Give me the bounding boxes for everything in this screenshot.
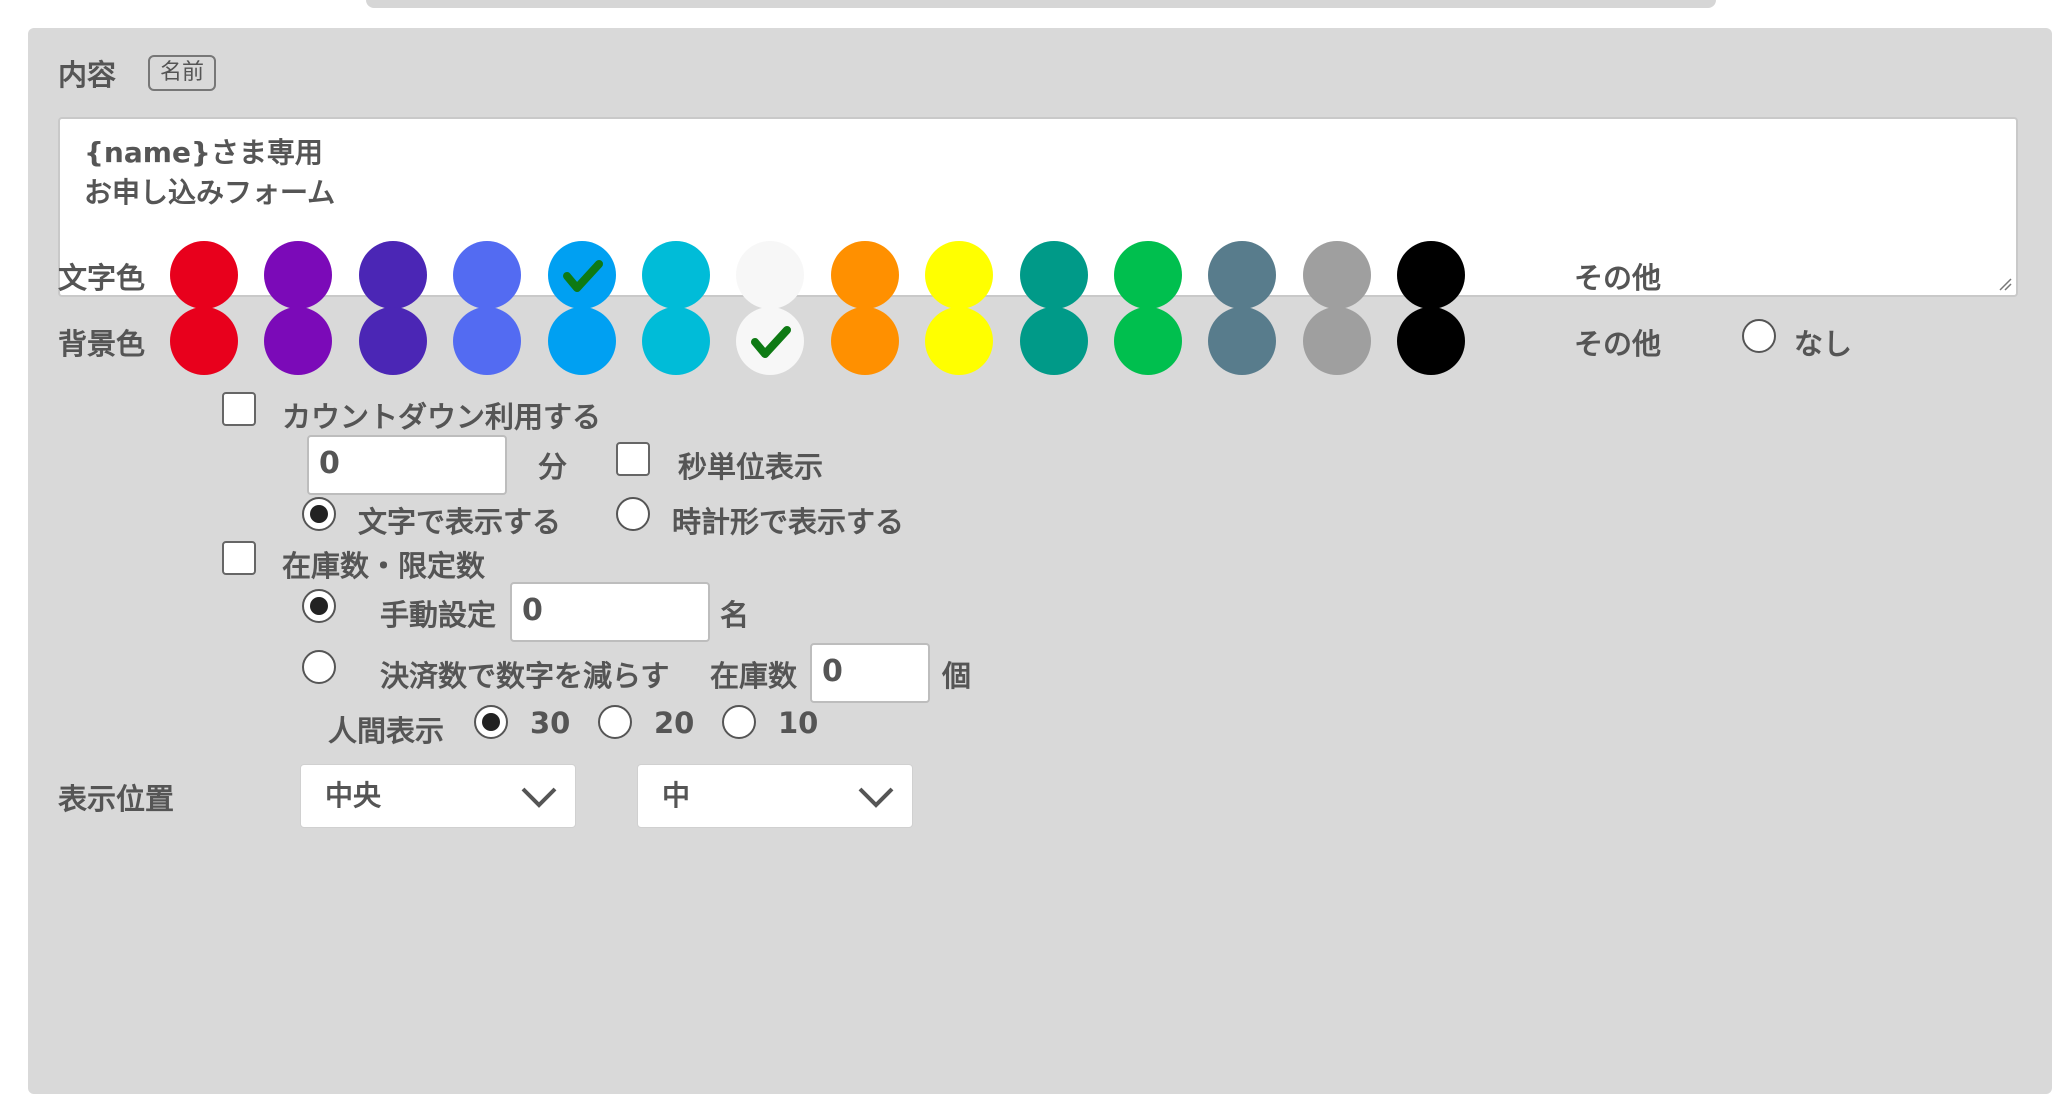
bg-color-swatch-8[interactable]: [830, 307, 899, 375]
text-color-swatch-11[interactable]: [1114, 241, 1182, 309]
resize-handle-icon[interactable]: [1998, 277, 2012, 291]
human-radio-20[interactable]: [598, 705, 632, 739]
position-select[interactable]: 中央: [300, 764, 576, 828]
bg-color-swatch-13[interactable]: [1302, 307, 1371, 375]
seconds-checkbox[interactable]: [616, 442, 650, 476]
content-label: 内容: [58, 58, 117, 92]
bg-color-swatch-14[interactable]: [1397, 307, 1466, 375]
bg-color-swatch-11[interactable]: [1114, 307, 1182, 375]
manual-label: 手動設定: [380, 598, 497, 632]
human-label: 人間表示: [328, 714, 445, 748]
text-color-swatch-10[interactable]: [1019, 241, 1088, 309]
human-radio-30[interactable]: [474, 705, 508, 739]
top-panel-edge: [366, 0, 1716, 8]
payment-radio[interactable]: [302, 650, 336, 684]
countdown-minutes-input[interactable]: 0: [307, 435, 507, 495]
human-option-20: 20: [654, 706, 695, 740]
bg-color-other[interactable]: その他: [1574, 321, 1661, 363]
display-clock-radio[interactable]: [616, 497, 650, 531]
bg-color-swatch-6[interactable]: [642, 307, 710, 375]
payment-label: 決済数で数字を減らす: [380, 659, 670, 693]
text-color-swatch-12[interactable]: [1208, 241, 1277, 309]
manual-input[interactable]: 0: [510, 582, 710, 642]
human-option-10: 10: [778, 706, 819, 740]
settings-panel: 内容 名前 {name}さま専用 お申し込みフォーム 文字色 その他 背景色 そ…: [28, 28, 2052, 1094]
display-text-radio[interactable]: [302, 497, 336, 531]
stock-label: 在庫数・限定数: [282, 549, 486, 583]
position-label: 表示位置: [58, 782, 175, 816]
text-color-swatch-5[interactable]: [547, 241, 616, 309]
size-value: 中: [662, 779, 691, 812]
bg-color-swatch-4[interactable]: [453, 307, 522, 375]
bg-color-swatch-10[interactable]: [1019, 307, 1088, 375]
text-color-swatch-6[interactable]: [642, 241, 710, 309]
bg-color-swatch-1[interactable]: [170, 307, 238, 375]
minutes-unit: 分: [538, 450, 568, 484]
text-color-swatch-13[interactable]: [1302, 241, 1371, 309]
human-radio-10[interactable]: [722, 705, 756, 739]
check-icon: [751, 326, 792, 358]
stock-count-label: 在庫数: [710, 659, 798, 693]
manual-radio[interactable]: [302, 589, 336, 623]
text-color-swatch-14[interactable]: [1397, 241, 1466, 309]
text-color-other[interactable]: その他: [1574, 255, 1661, 297]
countdown-label: カウントダウン利用する: [282, 400, 602, 434]
bg-color-swatch-2[interactable]: [264, 307, 333, 375]
bg-color-swatch-7[interactable]: [736, 307, 805, 375]
text-color-swatch-7[interactable]: [736, 241, 805, 309]
name-badge[interactable]: 名前: [148, 55, 217, 91]
text-color-swatch-4[interactable]: [453, 241, 522, 309]
text-color-swatch-2[interactable]: [264, 241, 333, 309]
seconds-label: 秒単位表示: [678, 450, 824, 484]
chevron-down-icon: [521, 787, 557, 808]
stock-count-input[interactable]: 0: [810, 643, 930, 703]
stock-checkbox[interactable]: [222, 541, 256, 575]
text-color-swatch-8[interactable]: [830, 241, 899, 309]
text-color-swatch-3[interactable]: [358, 241, 427, 309]
stock-unit: 個: [942, 659, 972, 693]
bg-none-radio[interactable]: [1742, 319, 1776, 353]
bg-color-swatch-3[interactable]: [358, 307, 427, 375]
bg-color-swatch-5[interactable]: [547, 307, 616, 375]
content-line-2: お申し込みフォーム: [84, 176, 336, 209]
bg-color-swatch-12[interactable]: [1208, 307, 1277, 375]
position-value: 中央: [325, 779, 382, 812]
check-icon: [562, 260, 603, 292]
human-option-30: 30: [530, 706, 571, 740]
content-line-1: {name}さま専用: [84, 136, 323, 169]
text-color-swatch-1[interactable]: [170, 241, 238, 309]
countdown-checkbox[interactable]: [222, 392, 256, 426]
chevron-down-icon: [858, 787, 894, 808]
display-text-label: 文字で表示する: [358, 505, 562, 539]
bg-color-swatch-9[interactable]: [925, 307, 994, 375]
text-color-label: 文字色: [58, 261, 146, 295]
manual-unit: 名: [720, 598, 750, 632]
bg-color-label: 背景色: [58, 327, 146, 361]
bg-none-label: なし: [1794, 327, 1853, 361]
size-select[interactable]: 中: [637, 764, 913, 828]
display-clock-label: 時計形で表示する: [672, 505, 905, 539]
text-color-swatch-9[interactable]: [925, 241, 994, 309]
